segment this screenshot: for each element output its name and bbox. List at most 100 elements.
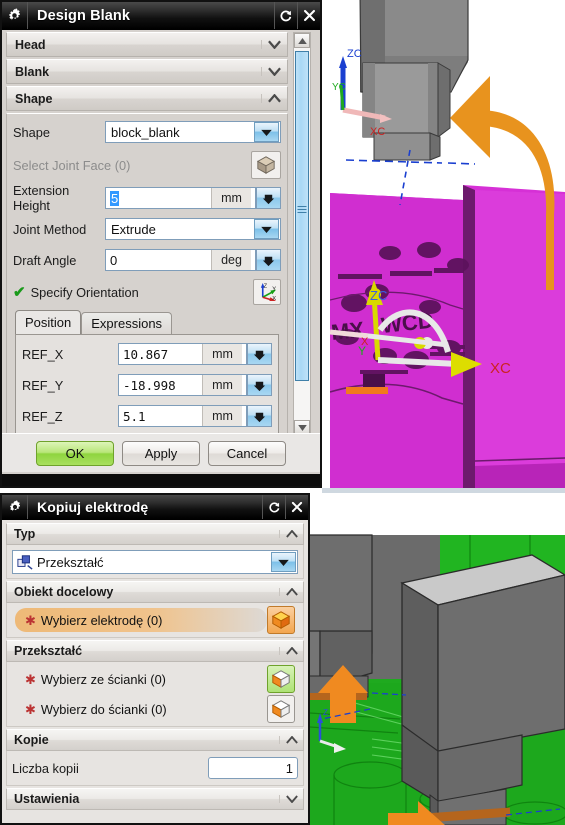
cancel-button[interactable]: Cancel (208, 441, 286, 466)
ref-x-row: REF_X 10.867 mm (22, 340, 272, 368)
typ-select[interactable]: Przekształć (12, 550, 298, 574)
ref-z-input[interactable]: 5.1 mm (118, 405, 247, 427)
section-blank[interactable]: Blank (6, 59, 288, 84)
typ-select-value: Przekształć (37, 554, 104, 570)
joint-method-row: Joint Method Extrude (13, 215, 281, 243)
liczba-kopii-input[interactable]: 1 (208, 757, 298, 779)
draft-angle-input[interactable]: 0 deg (105, 249, 256, 271)
csys-icon[interactable]: Z Y X (253, 279, 281, 305)
shape-select[interactable]: block_blank (105, 121, 281, 143)
dialog-scrollbar[interactable] (293, 32, 311, 436)
viewport-design-blank[interactable]: MX WCD ZC YC XC ZC Y X XC (330, 0, 565, 488)
svg-text:ZC: ZC (370, 288, 387, 303)
draft-angle-stepper[interactable] (256, 249, 281, 271)
draft-angle-unit: deg (211, 250, 251, 270)
wybierz-ze-scianki-row[interactable]: ✱ Wybierz ze ścianki (0) (11, 664, 299, 694)
specify-orientation-row[interactable]: ✔ Specify Orientation Z Y X (13, 277, 281, 307)
section-head[interactable]: Head (6, 32, 288, 57)
transform-icon (13, 554, 33, 570)
ref-z-unit: mm (202, 406, 242, 426)
viewport-kopiuj-elektrode[interactable]: Z (310, 513, 565, 825)
joint-method-select[interactable]: Extrude (105, 218, 281, 240)
section-obiekt-docelowy[interactable]: Obiekt docelowy (6, 581, 304, 603)
ref-y-stepper[interactable] (247, 374, 272, 396)
section-ustawienia[interactable]: Ustawienia (6, 788, 304, 810)
face-from-icon[interactable] (267, 665, 295, 693)
chevron-down-icon[interactable] (254, 122, 279, 142)
chevron-down-icon[interactable] (279, 795, 303, 803)
solid-body-icon[interactable] (267, 606, 295, 634)
section-kopie[interactable]: Kopie (6, 729, 304, 751)
joint-method-label: Joint Method (13, 221, 87, 237)
ref-x-label: REF_X (22, 346, 64, 362)
face-to-icon[interactable] (267, 695, 295, 723)
extension-height-row: Extension Height 5 mm (13, 183, 281, 213)
wybierz-do-scianki-row[interactable]: ✱ Wybierz do ścianki (0) (11, 694, 299, 724)
section-przeksztalc[interactable]: Przekształć (6, 640, 304, 662)
position-expressions-tabs[interactable]: Position Expressions (15, 310, 281, 334)
select-joint-face-row[interactable]: Select Joint Face (0) (13, 149, 281, 181)
tab-position[interactable]: Position (15, 310, 82, 334)
cube-icon[interactable] (251, 151, 281, 179)
wybierz-do-scianki-label: Wybierz do ścianki (0) (40, 701, 167, 717)
section-blank-label: Blank (15, 64, 50, 79)
ref-z-row: REF_Z 5.1 mm (22, 402, 272, 430)
apply-button[interactable]: Apply (122, 441, 200, 466)
kopiuj-elektrode-titlebar[interactable]: Kopiuj elektrodę (2, 495, 308, 520)
extension-height-input[interactable]: 5 mm (105, 187, 256, 209)
reset-icon[interactable] (262, 495, 285, 519)
ref-z-value: 5.1 (123, 408, 146, 424)
ref-x-value: 10.867 (123, 346, 169, 362)
extension-height-stepper[interactable] (256, 187, 281, 209)
ref-x-unit: mm (202, 344, 242, 364)
reset-icon[interactable] (274, 2, 297, 29)
chevron-up-icon[interactable] (279, 736, 303, 744)
wybierz-ze-scianki-label-pill[interactable]: ✱ Wybierz ze ścianki (0) (15, 667, 267, 691)
close-icon[interactable] (297, 2, 320, 29)
liczba-kopii-value: 1 (285, 760, 293, 776)
wybierz-elektrode-label-pill[interactable]: ✱ Wybierz elektrodę (0) (15, 608, 267, 632)
ref-y-label: REF_Y (22, 377, 64, 393)
scrollbar-thumb[interactable] (295, 51, 309, 381)
wybierz-do-scianki-label-pill[interactable]: ✱ Wybierz do ścianki (0) (15, 697, 267, 721)
gear-icon[interactable] (2, 2, 28, 29)
svg-text:Z: Z (323, 708, 328, 717)
ref-z-stepper[interactable] (247, 405, 272, 427)
ref-y-unit: mm (202, 375, 242, 395)
ref-x-stepper[interactable] (247, 343, 272, 365)
chevron-down-icon[interactable] (271, 552, 296, 572)
chevron-up-icon[interactable] (279, 530, 303, 538)
required-marker: ✱ (25, 612, 36, 628)
chevron-down-icon[interactable] (261, 40, 287, 49)
cancel-button-label: Cancel (226, 446, 268, 461)
ok-button[interactable]: OK (36, 441, 114, 466)
ref-y-input[interactable]: -18.998 mm (118, 374, 247, 396)
close-icon[interactable] (285, 495, 308, 519)
wybierz-elektrode-row[interactable]: ✱ Wybierz elektrodę (0) (11, 605, 299, 635)
section-shape[interactable]: Shape (6, 86, 288, 111)
draft-angle-label: Draft Angle (13, 252, 77, 268)
extension-height-unit: mm (211, 188, 251, 208)
tab-expressions-label: Expressions (91, 316, 163, 331)
gear-icon[interactable] (2, 495, 28, 519)
tab-position-label: Position (25, 315, 72, 330)
svg-text:Y: Y (272, 287, 276, 293)
section-ustawienia-label: Ustawienia (14, 792, 80, 806)
chevron-up-icon[interactable] (279, 588, 303, 596)
specify-orientation-label: Specify Orientation (30, 284, 139, 300)
chevron-up-icon[interactable] (261, 94, 287, 103)
section-obiekt-docelowy-label: Obiekt docelowy (14, 585, 114, 599)
design-blank-titlebar[interactable]: Design Blank (2, 2, 320, 30)
ref-y-row: REF_Y -18.998 mm (22, 371, 272, 399)
draft-angle-row: Draft Angle 0 deg (13, 246, 281, 274)
chevron-down-icon[interactable] (261, 67, 287, 76)
chevron-up-icon[interactable] (279, 647, 303, 655)
section-typ[interactable]: Typ (6, 523, 304, 545)
tab-expressions[interactable]: Expressions (81, 312, 173, 334)
wybierz-elektrode-label: Wybierz elektrodę (0) (40, 612, 163, 628)
chevron-down-icon[interactable] (254, 219, 279, 239)
svg-text:X: X (361, 336, 369, 348)
scroll-up-button[interactable] (294, 33, 310, 48)
dialog-bottom-bevel (2, 474, 320, 486)
ref-x-input[interactable]: 10.867 mm (118, 343, 247, 365)
